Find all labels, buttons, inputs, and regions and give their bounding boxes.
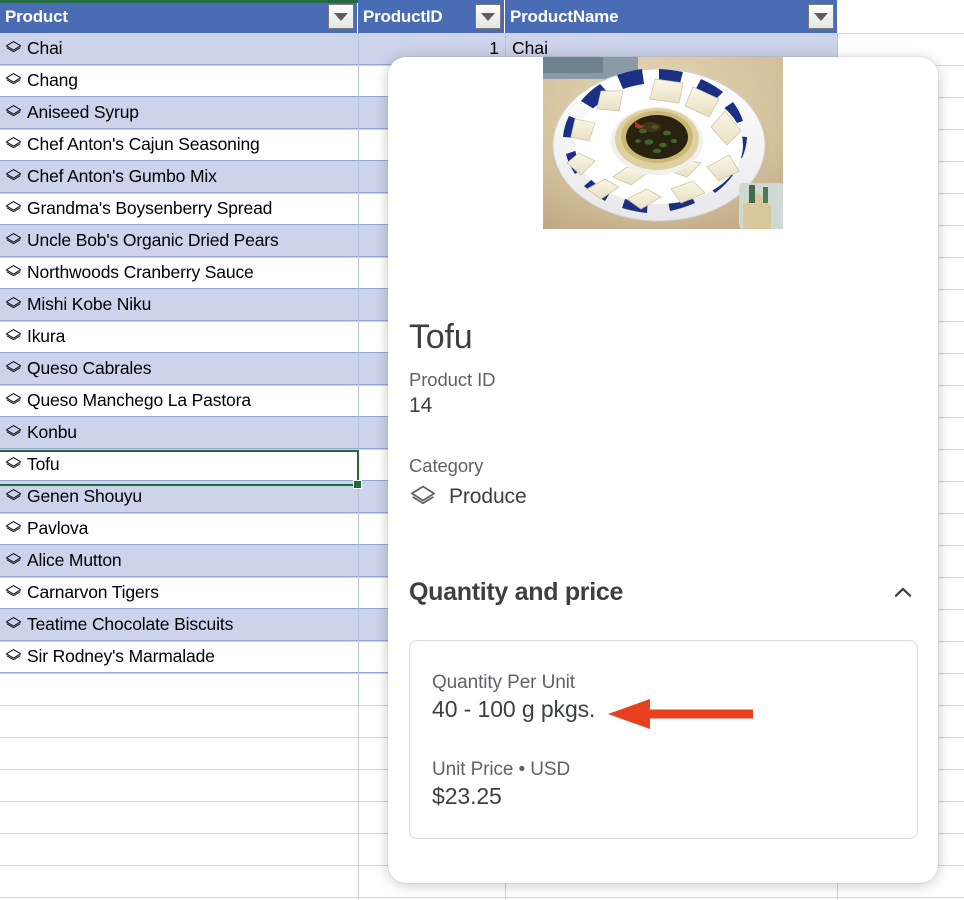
cell-text: Uncle Bob's Organic Dried Pears bbox=[27, 230, 279, 250]
layered-diamond-icon bbox=[5, 649, 22, 661]
column-separator bbox=[358, 33, 359, 707]
field-quantity-per-unit: Quantity Per Unit 40 - 100 g pkgs. bbox=[432, 672, 595, 723]
filter-dropdown-icon[interactable] bbox=[475, 4, 501, 29]
cell-product[interactable]: Alice Mutton bbox=[0, 545, 358, 577]
cell-product[interactable]: Queso Cabrales bbox=[0, 353, 358, 385]
layered-diamond-icon bbox=[5, 329, 22, 341]
layered-diamond-icon bbox=[5, 489, 22, 501]
cell-text: 1 bbox=[489, 38, 499, 58]
cell-product[interactable]: Sir Rodney's Marmalade bbox=[0, 641, 358, 673]
cell-text: Chef Anton's Cajun Seasoning bbox=[27, 134, 260, 154]
layered-diamond-icon bbox=[5, 233, 22, 245]
cell-product[interactable]: Queso Manchego La Pastora bbox=[0, 385, 358, 417]
layered-diamond-icon bbox=[5, 361, 22, 373]
cell-product[interactable]: Carnarvon Tigers bbox=[0, 577, 358, 609]
cell-text: Chef Anton's Gumbo Mix bbox=[27, 166, 217, 186]
column-header-productname[interactable]: ProductName bbox=[505, 0, 838, 33]
field-value: 40 - 100 g pkgs. bbox=[432, 696, 596, 722]
layered-diamond-icon bbox=[5, 393, 22, 405]
field-label: Product ID bbox=[409, 369, 496, 390]
column-header-label: ProductID bbox=[363, 6, 443, 26]
layered-diamond-icon bbox=[5, 73, 22, 85]
layered-diamond-icon bbox=[5, 137, 22, 149]
cell-product[interactable]: Chef Anton's Cajun Seasoning bbox=[0, 129, 358, 161]
table-header-row: Product ProductID ProductName bbox=[0, 0, 838, 33]
cell-product[interactable]: Northwoods Cranberry Sauce bbox=[0, 257, 358, 289]
column-header-product[interactable]: Product bbox=[0, 0, 358, 33]
cell-text: Ikura bbox=[27, 326, 66, 346]
column-selection-indicator bbox=[0, 0, 358, 3]
filter-dropdown-icon[interactable] bbox=[808, 4, 834, 29]
cell-text: Carnarvon Tigers bbox=[27, 582, 159, 602]
cell-product[interactable]: Mishi Kobe Niku bbox=[0, 289, 358, 321]
cell-product[interactable]: Chang bbox=[0, 65, 358, 97]
field-unit-price: Unit Price • USD $23.25 bbox=[432, 759, 570, 810]
field-value: $23.25 bbox=[432, 783, 502, 809]
cell-product[interactable]: Grandma's Boysenberry Spread bbox=[0, 193, 358, 225]
cell-text: Sir Rodney's Marmalade bbox=[27, 646, 215, 666]
layered-diamond-icon bbox=[5, 617, 22, 629]
spreadsheet-with-detail-card: Product ProductID ProductName Chai 1 Chai C… bbox=[0, 0, 964, 900]
cell-text: Pavlova bbox=[27, 518, 89, 538]
column-header-label: Product bbox=[5, 6, 68, 26]
field-value: Produce bbox=[449, 485, 527, 508]
cell-product[interactable]: Tofu bbox=[0, 449, 358, 481]
field-label: Category bbox=[409, 455, 484, 476]
layered-diamond-icon bbox=[5, 297, 22, 309]
product-image bbox=[543, 57, 783, 229]
cell-product[interactable]: Chai bbox=[0, 33, 358, 65]
cell-text: Northwoods Cranberry Sauce bbox=[27, 262, 254, 282]
field-label: Quantity Per Unit bbox=[432, 672, 575, 693]
field-product-id: Product ID 14 bbox=[409, 369, 496, 418]
cell-text: Mishi Kobe Niku bbox=[27, 294, 152, 314]
field-value: 14 bbox=[409, 394, 433, 417]
layered-diamond-icon bbox=[5, 265, 22, 277]
cell-text: Grandma's Boysenberry Spread bbox=[27, 198, 273, 218]
cell-text: Queso Manchego La Pastora bbox=[27, 390, 251, 410]
cell-text: Konbu bbox=[27, 422, 77, 442]
cell-product[interactable]: Ikura bbox=[0, 321, 358, 353]
cell-product[interactable]: Konbu bbox=[0, 417, 358, 449]
layered-diamond-icon bbox=[5, 585, 22, 597]
layered-diamond-icon bbox=[5, 105, 22, 117]
cell-text: Chang bbox=[27, 70, 78, 90]
layered-diamond-icon bbox=[5, 169, 22, 181]
cell-text: Tofu bbox=[27, 454, 60, 474]
section-header-quantity-and-price[interactable]: Quantity and price bbox=[409, 578, 917, 607]
layered-diamond-icon bbox=[5, 553, 22, 565]
cell-text: Genen Shouyu bbox=[27, 486, 142, 506]
cell-product[interactable]: Chef Anton's Gumbo Mix bbox=[0, 161, 358, 193]
cell-text: Queso Cabrales bbox=[27, 358, 152, 378]
card-title: Tofu bbox=[409, 317, 473, 356]
filter-dropdown-icon[interactable] bbox=[328, 4, 354, 29]
layered-diamond-icon bbox=[5, 41, 22, 53]
column-header-label: ProductName bbox=[510, 6, 619, 26]
field-value-row: Produce bbox=[409, 483, 527, 511]
layered-diamond-icon bbox=[411, 485, 435, 505]
annotation-arrow bbox=[608, 699, 753, 729]
section-title: Quantity and price bbox=[409, 578, 624, 606]
layered-diamond-icon bbox=[5, 457, 22, 469]
cell-text: Aniseed Syrup bbox=[27, 102, 139, 122]
column-header-productid[interactable]: ProductID bbox=[358, 0, 505, 33]
cell-product[interactable]: Aniseed Syrup bbox=[0, 97, 358, 129]
cell-text: Chai bbox=[27, 38, 63, 58]
cell-product[interactable]: Genen Shouyu bbox=[0, 481, 358, 513]
sheet-gridline bbox=[0, 897, 964, 898]
layered-diamond-icon bbox=[5, 201, 22, 213]
cell-text: Teatime Chocolate Biscuits bbox=[27, 614, 234, 634]
product-detail-card: Tofu Product ID 14 Category Produce Quan… bbox=[388, 57, 938, 883]
field-category: Category Produce bbox=[409, 455, 527, 511]
cell-product[interactable]: Pavlova bbox=[0, 513, 358, 545]
layered-diamond-icon bbox=[5, 425, 22, 437]
cell-text: Alice Mutton bbox=[27, 550, 122, 570]
field-label: Unit Price • USD bbox=[432, 759, 571, 780]
fill-handle[interactable] bbox=[353, 480, 362, 489]
cell-text: Chai bbox=[512, 38, 548, 58]
layered-diamond-icon bbox=[5, 521, 22, 533]
cell-product[interactable]: Uncle Bob's Organic Dried Pears bbox=[0, 225, 358, 257]
cell-product[interactable]: Teatime Chocolate Biscuits bbox=[0, 609, 358, 641]
quantity-price-panel: Quantity Per Unit 40 - 100 g pkgs. Unit … bbox=[409, 640, 918, 839]
chevron-up-icon[interactable] bbox=[889, 579, 917, 607]
